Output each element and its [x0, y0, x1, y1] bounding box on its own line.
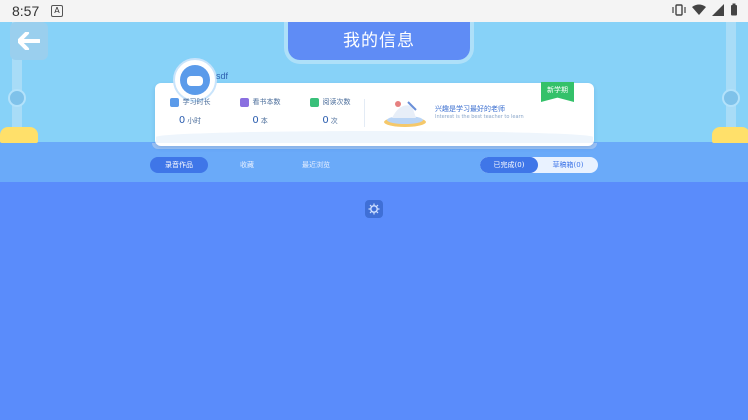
stat-value: 0: [252, 115, 259, 126]
stat-label: 看书本数: [252, 98, 281, 106]
stat-value: 0: [178, 115, 186, 126]
stat-unit: 本: [260, 117, 268, 125]
left-pole-base: [0, 127, 38, 143]
status-bar: 8:57 A: [0, 0, 748, 22]
gear-icon[interactable]: [365, 200, 383, 218]
segment-drafts[interactable]: 草稿箱(0): [538, 157, 598, 173]
vibrate-icon: [672, 3, 686, 16]
status-time: 8:57: [12, 3, 40, 19]
stat-unit: 小时: [187, 117, 202, 125]
back-button[interactable]: [10, 22, 48, 60]
reading-illustration-icon: [384, 101, 426, 127]
segment-completed[interactable]: 已完成(0): [480, 157, 538, 173]
right-pole: [726, 22, 736, 142]
card-divider: [364, 99, 365, 127]
right-pole-knob: [722, 89, 740, 107]
card-wave-decoration: [156, 131, 593, 143]
stat-label: 阅读次数: [322, 98, 351, 106]
tab-favorites[interactable]: 收藏: [225, 157, 269, 173]
stat-value: 0: [322, 115, 329, 126]
avatar[interactable]: [173, 58, 217, 102]
page-title: 我的信息: [284, 22, 474, 64]
notification-icon: A: [51, 5, 63, 17]
arrow-left-icon: [18, 32, 40, 50]
signal-icon: [712, 3, 724, 16]
stat-books: 看书本数 0本: [230, 97, 290, 126]
stat-label: 学习时长: [182, 98, 211, 106]
tab-recordings[interactable]: 录音作品: [150, 157, 208, 173]
book-icon: [239, 97, 249, 107]
tab-recent[interactable]: 最近浏览: [290, 157, 342, 173]
battery-icon: [731, 3, 737, 16]
username: sdf: [216, 71, 229, 81]
left-pole-knob: [8, 89, 26, 107]
clock-icon: [169, 97, 179, 107]
banner-slogan-english: Interest is the best teacher to learn: [435, 114, 524, 120]
settings-gear-glyph: [368, 203, 380, 215]
avatar-face-icon: [180, 65, 210, 95]
banner-slogan: 兴趣是学习最好的老师: [435, 105, 505, 113]
wifi-icon: [692, 4, 706, 15]
right-pole-base: [712, 127, 748, 143]
stat-unit: 次: [330, 117, 338, 125]
stat-reads: 阅读次数 0次: [300, 97, 360, 126]
read-icon: [309, 97, 319, 107]
status-icons: [672, 3, 738, 16]
stat-study-time: 学习时长 0 小时: [160, 97, 220, 126]
status-segment: 已完成(0) 草稿箱(0): [480, 157, 598, 173]
